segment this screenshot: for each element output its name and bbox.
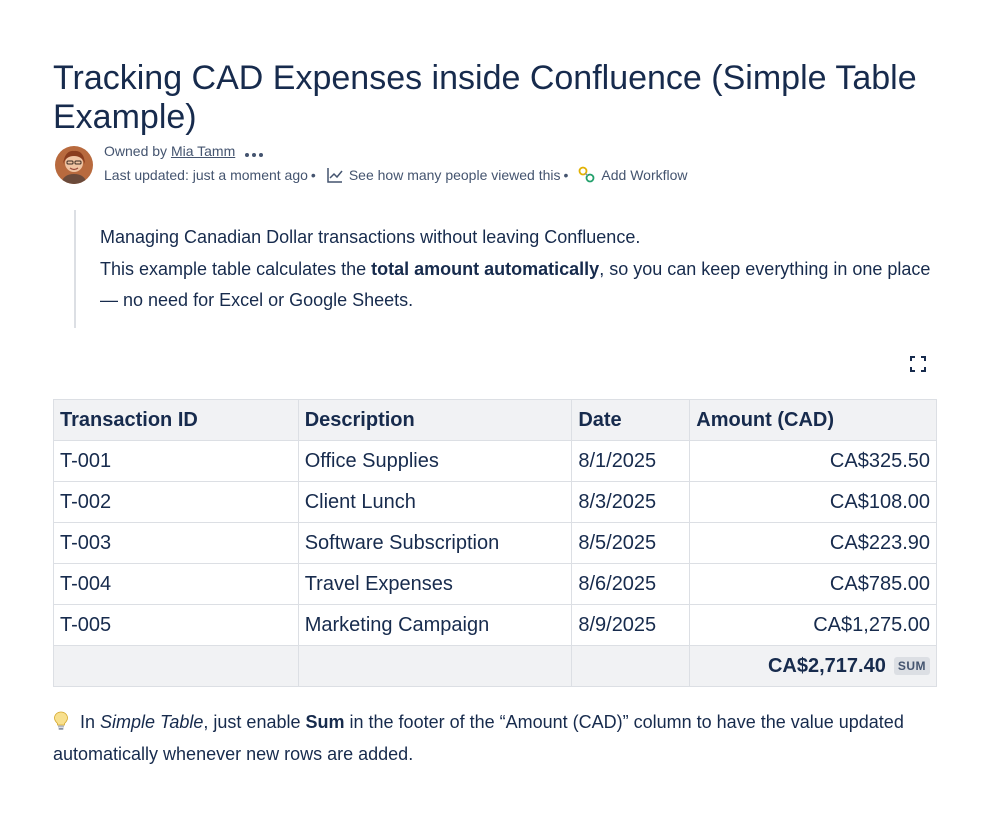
quote-line-1: Managing Canadian Dollar transactions wi… [100, 227, 641, 247]
tip-prefix: In [75, 712, 101, 732]
separator: • [563, 167, 569, 183]
lightbulb-icon [53, 709, 69, 730]
tip-paragraph: In Simple Table, just enable Sum in the … [53, 706, 933, 770]
add-workflow-button[interactable]: Add Workflow [601, 166, 687, 184]
description-cell[interactable]: Travel Expenses [297, 563, 573, 605]
amount-cell[interactable]: CA$1,275.00 [689, 604, 937, 646]
date-cell[interactable]: 8/1/2025 [571, 440, 691, 482]
amount-cell[interactable]: CA$785.00 [689, 563, 937, 605]
table-row: T-005 Marketing Campaign 8/9/2025 CA$1,2… [53, 604, 937, 646]
owner-name-link[interactable]: Mia Tamm [171, 143, 235, 159]
footer-cell[interactable] [53, 645, 299, 687]
owned-by-label: Owned by [104, 143, 168, 159]
transaction-id-cell[interactable]: T-003 [53, 522, 299, 564]
transaction-id-cell[interactable]: T-002 [53, 481, 299, 523]
table-row: T-003 Software Subscription 8/5/2025 CA$… [53, 522, 937, 564]
tip-middle: , just enable [203, 712, 306, 732]
amount-cell[interactable]: CA$108.00 [689, 481, 937, 523]
quote-bold-text: total amount automatically [371, 258, 600, 279]
column-header[interactable]: Transaction ID [53, 399, 299, 441]
quote-text: Managing Canadian Dollar transactions wi… [100, 210, 934, 317]
blockquote: Managing Canadian Dollar transactions wi… [74, 210, 934, 328]
separator: • [310, 167, 316, 183]
byline: Owned by Mia Tamm Last updated: just a m… [53, 142, 953, 192]
amount-cell[interactable]: CA$223.90 [689, 522, 937, 564]
expenses-table: Transaction ID Description Date Amount (… [53, 399, 937, 687]
owner-row: Owned by Mia Tamm [104, 142, 266, 161]
date-cell[interactable]: 8/6/2025 [571, 563, 691, 605]
page-title: Tracking CAD Expenses inside Confluence … [53, 58, 917, 136]
analytics-icon [326, 166, 344, 184]
column-header[interactable]: Description [297, 399, 573, 441]
views-link[interactable]: See how many people viewed this [349, 166, 561, 184]
column-header[interactable]: Date [571, 399, 691, 441]
table-row: T-004 Travel Expenses 8/6/2025 CA$785.00 [53, 563, 937, 605]
footer-cell[interactable] [297, 645, 573, 687]
date-cell[interactable]: 8/9/2025 [571, 604, 691, 646]
tip-bold: Sum [305, 712, 345, 732]
more-icon[interactable] [245, 143, 266, 161]
table-row: T-001 Office Supplies 8/1/2025 CA$325.50 [53, 440, 937, 482]
last-updated-text: Last updated: just a moment ago [104, 167, 308, 183]
date-cell[interactable]: 8/5/2025 [571, 522, 691, 564]
avatar[interactable] [55, 146, 93, 184]
table-footer-row: CA$2,717.40 SUM [53, 645, 937, 687]
description-cell[interactable]: Client Lunch [297, 481, 573, 523]
sum-total: CA$2,717.40 [767, 654, 886, 677]
description-cell[interactable]: Marketing Campaign [297, 604, 573, 646]
confluence-page: Tracking CAD Expenses inside Confluence … [0, 0, 999, 823]
fullscreen-icon[interactable] [909, 355, 927, 373]
table-header-row: Transaction ID Description Date Amount (… [53, 399, 937, 441]
column-header[interactable]: Amount (CAD) [689, 399, 937, 441]
date-cell[interactable]: 8/3/2025 [571, 481, 691, 523]
quote-line-2-prefix: This example table calculates the [100, 258, 372, 279]
transaction-id-cell[interactable]: T-001 [53, 440, 299, 482]
description-cell[interactable]: Office Supplies [297, 440, 573, 482]
sum-cell[interactable]: CA$2,717.40 SUM [689, 645, 937, 687]
meta-row: Last updated: just a moment ago • See ho… [104, 166, 688, 184]
transaction-id-cell[interactable]: T-005 [53, 604, 299, 646]
transaction-id-cell[interactable]: T-004 [53, 563, 299, 605]
table-row: T-002 Client Lunch 8/3/2025 CA$108.00 [53, 481, 937, 523]
tip-italic: Simple Table [100, 712, 204, 732]
amount-cell[interactable]: CA$325.50 [689, 440, 937, 482]
workflow-icon [578, 166, 596, 184]
footer-cell[interactable] [571, 645, 691, 687]
sum-badge[interactable]: SUM [893, 657, 930, 676]
description-cell[interactable]: Software Subscription [297, 522, 573, 564]
